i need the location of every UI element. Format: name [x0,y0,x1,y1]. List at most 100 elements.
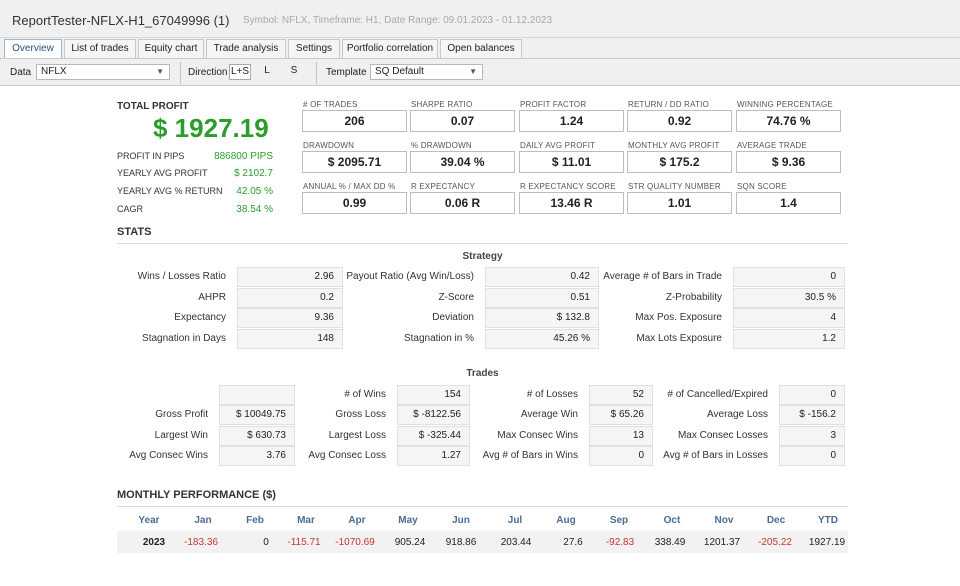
data-select-value: NFLX [41,66,67,77]
trade-label: # of Losses [526,389,578,400]
trade-label: Avg # of Bars in Wins [482,450,578,461]
metric-value: 1.01 [627,192,732,214]
month-cell: -92.83 [605,537,635,548]
month-cell: -183.36 [184,537,218,548]
month-cell: -115.71 [287,537,321,548]
tab-equity-chart[interactable]: Equity chart [138,39,204,58]
overview-panel: TOTAL PROFIT $ 1927.19 PROFIT IN PIPS 88… [0,87,960,586]
trade-label: Gross Loss [335,409,386,420]
window-titlebar: ReportTester-NFLX-H1_67049996 (1) Symbol… [0,0,960,38]
trade-label: Max Consec Losses [677,430,768,441]
metric-label: SQN SCORE [737,182,787,191]
tab-open-balances[interactable]: Open balances [440,39,522,58]
month-header: Mar [297,515,315,526]
window-subtitle: Symbol: NFLX, Timeframe: H1, Date Range:… [243,15,553,26]
month-header: Feb [246,515,264,526]
toolbar-divider [180,62,181,84]
strategy-title: Strategy [462,251,503,262]
month-header: Nov [714,515,734,526]
month-cell: 2023 [142,537,166,548]
trade-value: 0 [779,446,845,466]
stat-value: 0.51 [485,288,599,308]
metric-value: 1.4 [736,192,841,214]
stat-value: 148 [237,329,343,349]
trade-value [219,385,295,405]
month-cell: -1070.69 [335,537,375,548]
trade-label: # of Cancelled/Expired [667,389,768,400]
template-select[interactable]: SQ Default ▼ [370,64,483,80]
stat-label: Z-Probability [665,292,722,303]
month-header: May [398,515,418,526]
trade-value: 3 [779,426,845,446]
metric-label: WINNING PERCENTAGE [737,100,833,109]
trade-value: $ -325.44 [397,426,470,446]
stat-value: 0.2 [237,288,343,308]
monthly-title: MONTHLY PERFORMANCE ($) [117,489,276,501]
metric-value: 0.92 [627,110,732,132]
metric-value: 39.04 % [410,151,515,173]
trade-label: Avg # of Bars in Losses [663,450,768,461]
stat-label: Z-Score [438,292,474,303]
trade-label [90,385,208,405]
tab-bar: Overview List of trades Equity chart Tra… [0,38,960,58]
trade-value: 154 [397,385,470,405]
trade-value: $ 65.26 [589,405,653,425]
month-header: Sep [609,515,629,526]
metric-label: AVERAGE TRADE [737,141,807,150]
tab-trade-analysis[interactable]: Trade analysis [206,39,286,58]
metric-value: $ 2095.71 [302,151,407,173]
month-cell: -205.22 [758,537,792,548]
stat-value: 45.26 % [485,329,599,349]
metric-value: 206 [302,110,407,132]
metric-value: 0.07 [410,110,515,132]
month-cell: 905.24 [394,537,426,548]
tab-list-of-trades[interactable]: List of trades [64,39,136,58]
month-cell: 1201.37 [703,537,741,548]
month-cell: 918.86 [445,537,477,548]
stats-title: STATS [117,226,152,238]
toolbar-divider [316,62,317,84]
stat-label: Average # of Bars in Trade [603,271,722,282]
metric-value: 74.76 % [736,110,841,132]
stat-value: 0 [733,267,845,287]
metric-value: $ 11.01 [519,151,624,173]
data-select[interactable]: NFLX ▼ [36,64,170,80]
yearly-avg-profit-value: $ 2102.7 [234,168,273,179]
direction-label: Direction [188,67,228,78]
stat-value: $ 132.8 [485,308,599,328]
divider [117,243,848,244]
trade-value: 0 [589,446,653,466]
direction-ls-button[interactable]: L+S [229,64,251,80]
metric-label: R EXPECTANCY SCORE [520,182,616,191]
trade-label: Gross Profit [155,409,208,420]
stat-label: Stagnation in Days [142,333,226,344]
metric-label: RETURN / DD RATIO [628,100,710,109]
chevron-down-icon: ▼ [156,67,164,76]
trade-value: 13 [589,426,653,446]
trade-label: Avg Consec Wins [129,450,208,461]
yearly-avg-return-value: 42.05 % [236,186,273,197]
metric-value: $ 9.36 [736,151,841,173]
trade-label: Largest Loss [328,430,386,441]
metric-label: R EXPECTANCY [411,182,476,191]
month-header: Jun [452,515,470,526]
tab-portfolio-correlation[interactable]: Portfolio correlation [342,39,438,58]
metric-label: % DRAWDOWN [411,141,472,150]
tab-overview[interactable]: Overview [4,39,62,58]
metric-label: SHARPE RATIO [411,100,473,109]
trade-label: Average Loss [707,409,768,420]
metric-label: PROFIT FACTOR [520,100,587,109]
stat-label: Wins / Losses Ratio [137,271,226,282]
trade-value: 52 [589,385,653,405]
direction-short-button[interactable]: S [285,64,303,80]
month-header: YTD [818,515,838,526]
tab-settings[interactable]: Settings [288,39,340,58]
trade-label: Average Win [520,409,578,420]
metric-value: 1.24 [519,110,624,132]
trade-label: # of Wins [344,389,386,400]
chevron-down-icon: ▼ [469,67,477,76]
trade-value: $ 630.73 [219,426,295,446]
direction-long-button[interactable]: L [258,64,276,80]
month-header: Aug [556,515,576,526]
trade-value: 0 [779,385,845,405]
